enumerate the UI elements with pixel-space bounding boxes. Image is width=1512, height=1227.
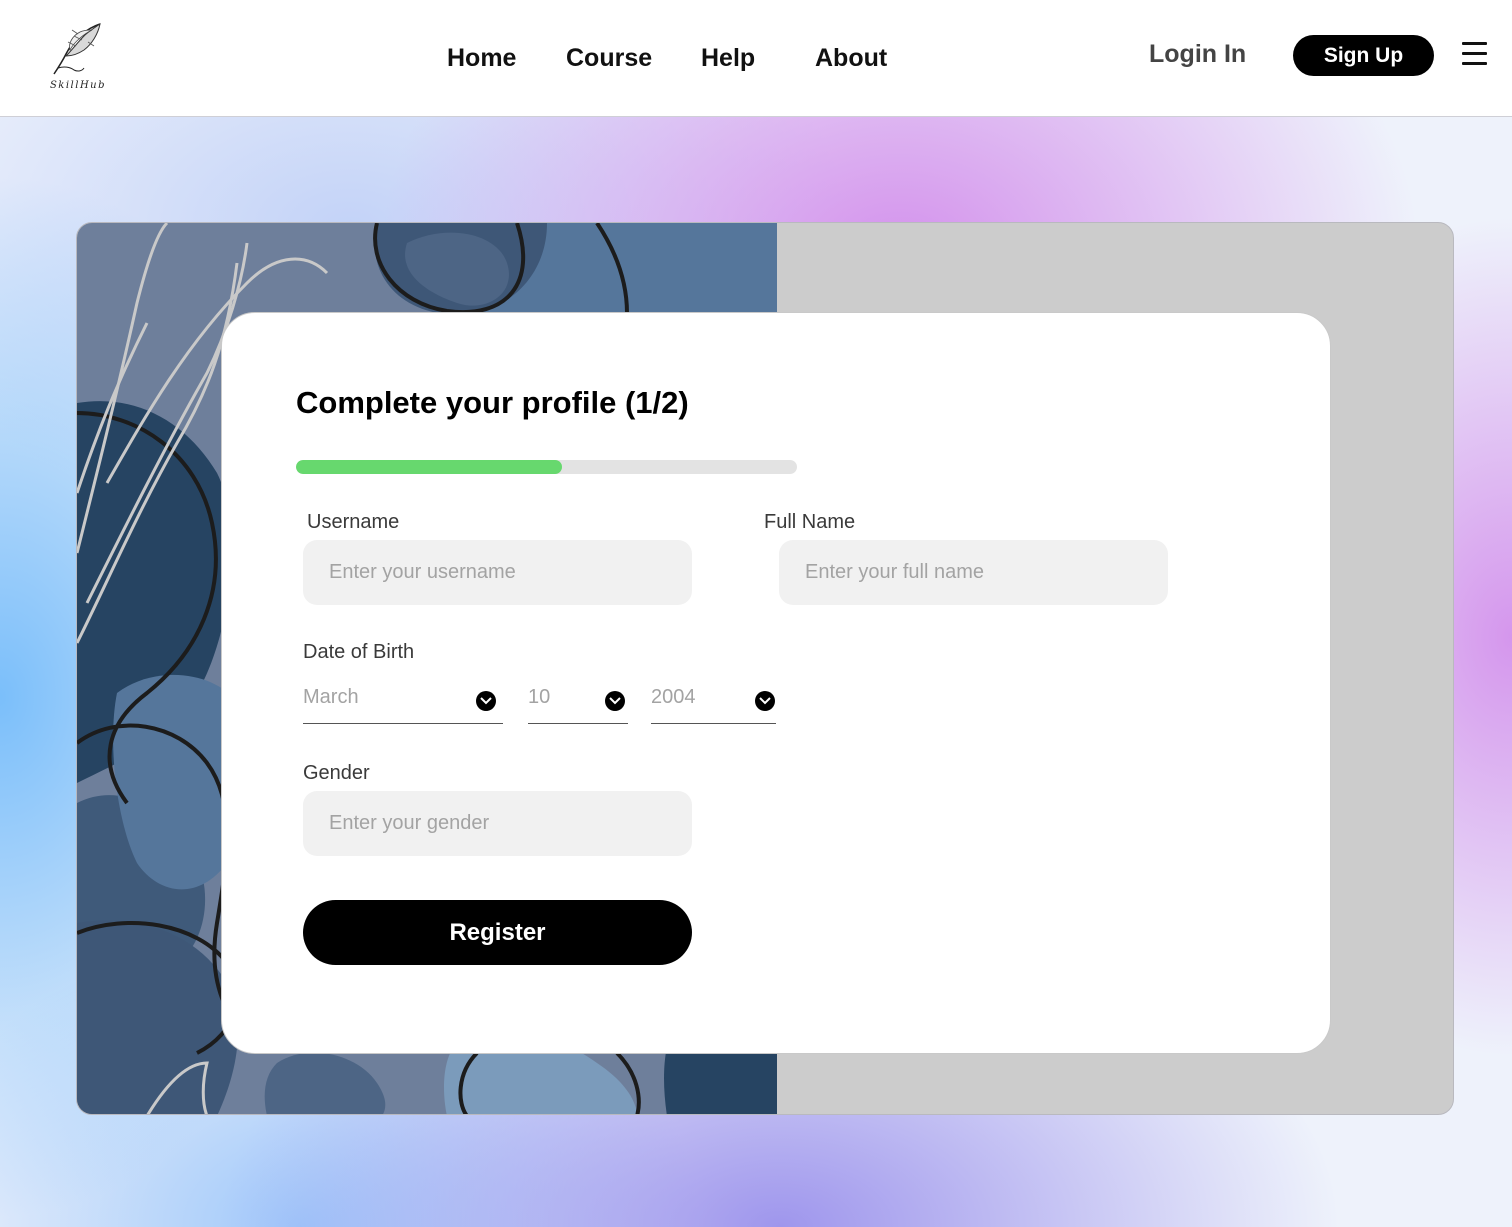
chevron-down-icon [476, 691, 496, 711]
hamburger-menu-icon[interactable] [1462, 42, 1488, 66]
nav-home[interactable]: Home [447, 44, 516, 73]
birth-day-value: 10 [528, 686, 551, 708]
birth-year-value: 2004 [651, 686, 696, 708]
page-title: Complete your profile (1/2) [296, 385, 689, 420]
nav-course[interactable]: Course [566, 44, 652, 73]
nav-about[interactable]: About [815, 44, 887, 73]
chevron-down-icon [755, 691, 775, 711]
logo-text: SkillHub [49, 80, 107, 91]
birth-year-select[interactable]: 2004 [651, 676, 776, 724]
date-of-birth-label: Date of Birth [303, 641, 415, 663]
full-name-input[interactable] [779, 540, 1168, 605]
profile-form-card: Complete your profile (1/2) Username Ful… [221, 312, 1331, 1054]
username-input[interactable] [303, 540, 692, 605]
top-navigation-bar: SkillHub Home Course Help About Login In… [0, 0, 1512, 117]
login-link[interactable]: Login In [1149, 40, 1246, 69]
progress-bar-fill [296, 460, 562, 474]
birth-day-select[interactable]: 10 [528, 676, 628, 724]
username-label: Username [307, 511, 400, 533]
gender-input[interactable] [303, 791, 692, 856]
sign-up-button[interactable]: Sign Up [1293, 35, 1434, 76]
full-name-label: Full Name [764, 511, 856, 533]
gender-label: Gender [303, 762, 370, 784]
logo[interactable]: SkillHub [46, 20, 110, 94]
nav-help[interactable]: Help [701, 44, 755, 73]
birth-month-select[interactable]: March [303, 676, 503, 724]
chevron-down-icon [605, 691, 625, 711]
progress-bar [296, 460, 797, 474]
birth-month-value: March [303, 686, 359, 708]
register-button[interactable]: Register [303, 900, 692, 965]
feather-logo-icon [53, 22, 101, 75]
